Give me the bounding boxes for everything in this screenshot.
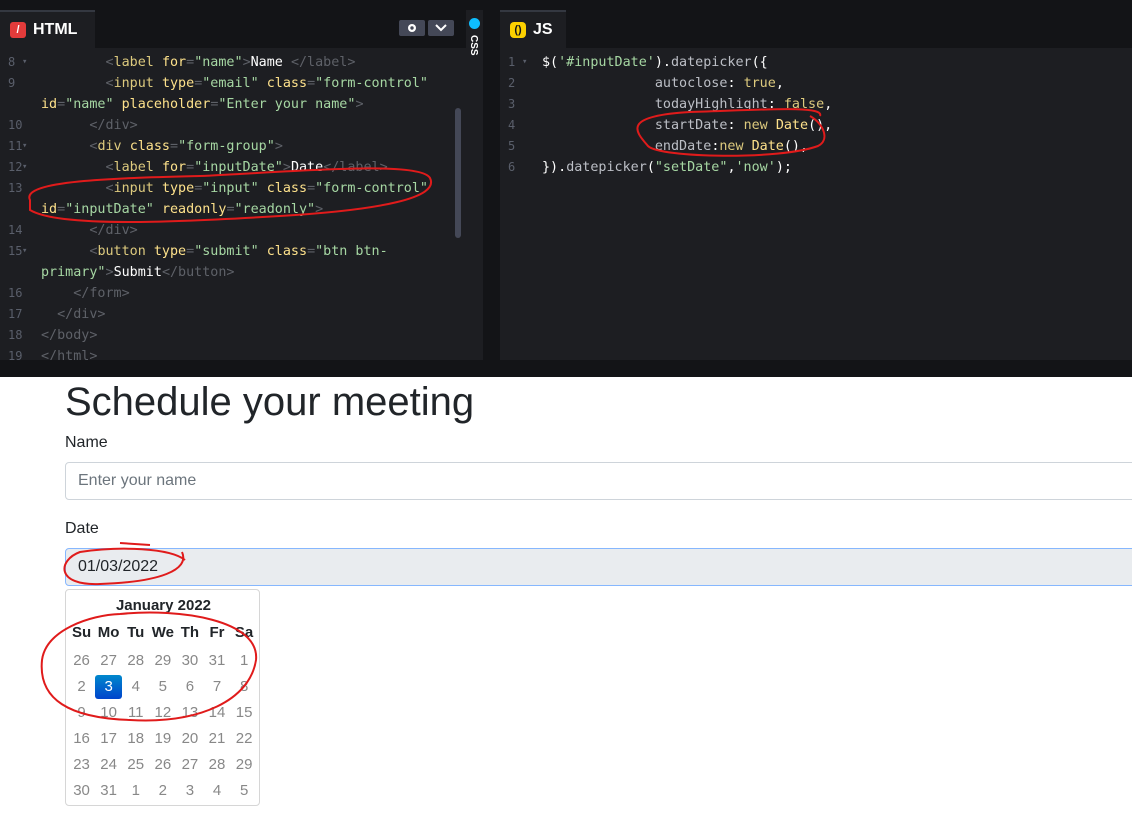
date-label: Date xyxy=(65,520,99,537)
datepicker-day-disabled: 5 xyxy=(158,678,167,695)
datepicker-day-disabled: 8 xyxy=(239,678,249,695)
tab-html[interactable]: / HTML xyxy=(0,10,95,48)
tab-css-label: CSS xyxy=(468,35,479,56)
datepicker-week-row: 9 10 11 12 13 14 15 xyxy=(68,701,258,725)
datepicker-week-row: 23 24 25 26 27 28 29 xyxy=(68,753,258,777)
datepicker-week-row: 16 17 18 19 20 21 22 xyxy=(68,727,258,751)
datepicker-weekday-row: Su Mo Tu We Th Fr Sa xyxy=(68,624,258,641)
weekday-header: We xyxy=(151,624,174,641)
weekday-header: Sa xyxy=(234,624,254,641)
datepicker-day-disabled: 13 xyxy=(181,704,199,721)
scrollbar[interactable] xyxy=(455,108,461,238)
datepicker-day-disabled: 17 xyxy=(100,730,117,747)
name-label: Name xyxy=(65,434,108,451)
code-editor-area: / HTML 8 ▾ 9 10 11 ▾ 12 ▾ 13 14 15 ▾ 16 17 18 19 <label… xyxy=(0,0,1132,377)
tab-js[interactable]: () JS xyxy=(500,10,566,48)
datepicker-day-disabled: 30 xyxy=(181,652,199,669)
datepicker-day-disabled: 3 xyxy=(185,782,195,799)
panel-divider[interactable] xyxy=(483,10,500,360)
weekday-header: Th xyxy=(180,624,200,641)
datepicker-day-disabled: 26 xyxy=(154,756,172,773)
datepicker-day-disabled: 29 xyxy=(154,652,172,669)
datepicker-day-disabled: 10 xyxy=(100,704,117,721)
tab-js-label: JS xyxy=(533,21,553,38)
js-icon: () xyxy=(510,22,526,38)
datepicker-day-disabled: 7 xyxy=(212,678,222,695)
datepicker-day-disabled: 20 xyxy=(181,730,199,747)
datepicker-day-disabled: 15 xyxy=(235,704,253,721)
datepicker-day-disabled: 6 xyxy=(185,678,195,695)
datepicker-day-disabled: 4 xyxy=(131,678,140,695)
datepicker-day-disabled: 21 xyxy=(208,730,226,747)
datepicker-day-disabled: 25 xyxy=(127,756,145,773)
collapse-button[interactable] xyxy=(428,20,454,36)
datepicker-day-disabled: 5 xyxy=(239,782,249,799)
datepicker-week-row: 26 27 28 29 30 31 1 xyxy=(68,649,258,673)
datepicker-week-row: 234 5 678 xyxy=(68,675,258,699)
datepicker-day-disabled: 1 xyxy=(131,782,140,799)
chevron-down-icon xyxy=(435,24,447,32)
date-input[interactable]: 01/03/2022 xyxy=(65,548,1132,586)
datepicker-day-disabled: 27 xyxy=(100,652,117,669)
weekday-header: Mo xyxy=(97,624,120,641)
css-icon xyxy=(469,18,480,29)
datepicker-day-disabled: 23 xyxy=(73,756,90,773)
settings-button[interactable] xyxy=(399,20,425,36)
datepicker-day-disabled: 18 xyxy=(127,730,145,747)
page-title: Schedule your meeting xyxy=(65,380,475,424)
datepicker-day-disabled: 2 xyxy=(158,782,167,799)
weekday-header: Fr xyxy=(209,624,225,641)
datepicker-day-disabled: 16 xyxy=(73,730,90,747)
js-editor[interactable]: 1 ▾ 2 3 4 5 6 $('#inputDate').datepicker({ aut… xyxy=(500,48,1132,360)
datepicker-day-disabled: 24 xyxy=(100,756,117,773)
datepicker-day-disabled: 9 xyxy=(77,704,86,721)
datepicker-day-disabled: 28 xyxy=(208,756,226,773)
datepicker-day-disabled: 14 xyxy=(208,704,226,721)
datepicker-day-disabled: 11 xyxy=(127,704,144,721)
datepicker-day-disabled: 1 xyxy=(239,652,249,669)
gear-icon xyxy=(408,24,416,32)
html-editor[interactable]: 8 ▾ 9 10 11 ▾ 12 ▾ 13 14 15 ▾ 16 17 18 19 <label for="n… xyxy=(0,48,466,360)
datepicker-day-disabled: 12 xyxy=(154,704,172,721)
js-code: $('#inputDate').datepicker({ autoclose: … xyxy=(542,55,833,175)
datepicker-day-disabled: 19 xyxy=(154,730,172,747)
css-panel-collapsed[interactable]: CSS xyxy=(466,10,483,360)
html-icon: / xyxy=(10,22,26,38)
datepicker-day-disabled: 26 xyxy=(73,652,90,669)
name-input[interactable]: Enter your name xyxy=(65,462,1132,500)
datepicker-day-disabled: 31 xyxy=(208,652,226,669)
datepicker-day-disabled: 29 xyxy=(235,756,253,773)
datepicker-month-title[interactable]: January 2022 xyxy=(66,597,261,614)
datepicker-day-disabled: 31 xyxy=(100,782,117,799)
datepicker-day-disabled: 4 xyxy=(212,782,222,799)
datepicker-day-disabled: 22 xyxy=(235,730,253,747)
datepicker-day-disabled: 2 xyxy=(77,678,86,695)
weekday-header: Su xyxy=(71,624,92,641)
datepicker-day-selected[interactable]: 3 xyxy=(95,675,123,699)
tab-html-label: HTML xyxy=(33,21,78,38)
html-code: <label for="name">Name </label> <input t… xyxy=(41,55,428,360)
datepicker-day-disabled: 30 xyxy=(73,782,90,799)
datepicker-day-disabled: 27 xyxy=(181,756,199,773)
weekday-header: Tu xyxy=(127,624,145,641)
datepicker-dropdown: January 2022 Su Mo Tu We Th Fr Sa 26 27 28 29 30 31… xyxy=(65,589,260,806)
datepicker-day-disabled: 28 xyxy=(127,652,145,669)
datepicker-week-row: 30 31 1 2 3 4 5 xyxy=(68,779,258,803)
